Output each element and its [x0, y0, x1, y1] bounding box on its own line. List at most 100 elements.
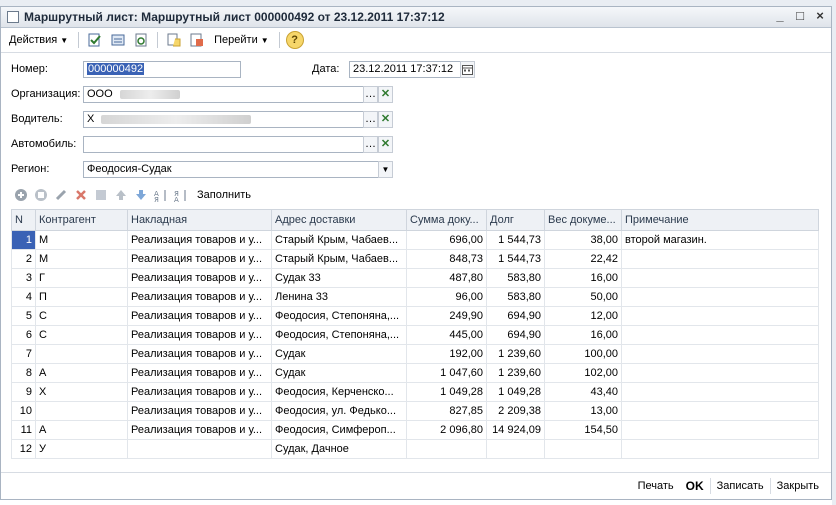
table-row[interactable]: 8 А Реализация товаров и у... Судак 1 047,60… — [11, 363, 819, 383]
movements-icon[interactable] — [108, 30, 128, 50]
row-debt[interactable]: 694,90 — [486, 306, 545, 326]
row-invoice[interactable]: Реализация товаров и у... — [127, 249, 272, 269]
column-header-counterparty[interactable]: Контрагент — [35, 209, 128, 231]
table-row[interactable]: 12 У Судак, Дачное — [11, 439, 819, 459]
row-address[interactable]: Феодосия, Керченско... — [271, 382, 407, 402]
fill-button[interactable]: Заполнить — [197, 189, 251, 201]
sort-asc-icon[interactable]: АЯ — [153, 187, 169, 203]
row-address[interactable]: Судак 33 — [271, 268, 407, 288]
clear-icon[interactable]: ✕ — [378, 86, 393, 103]
row-counterparty[interactable]: П — [35, 287, 128, 307]
row-sum[interactable] — [406, 439, 487, 459]
row-debt[interactable] — [486, 439, 545, 459]
row-number[interactable]: 11 — [11, 420, 36, 440]
table-row[interactable]: 2 М Реализация товаров и у... Старый Крым, … — [11, 249, 819, 269]
row-weight[interactable]: 43,40 — [544, 382, 622, 402]
row-note[interactable] — [621, 401, 819, 421]
goto-menu[interactable]: Перейти ▼ — [210, 32, 273, 48]
row-address[interactable]: Старый Крым, Чабаев... — [271, 249, 407, 269]
row-address[interactable]: Феодосия, Степоняна,... — [271, 306, 407, 326]
ok-button[interactable]: OK — [680, 478, 710, 494]
row-invoice[interactable]: Реализация товаров и у... — [127, 287, 272, 307]
row-debt[interactable]: 1 239,60 — [486, 363, 545, 383]
row-sum[interactable]: 848,73 — [406, 249, 487, 269]
structure-icon[interactable] — [187, 30, 207, 50]
chevron-down-icon[interactable]: ▼ — [378, 161, 393, 178]
organization-field[interactable]: ООО — [83, 86, 364, 103]
row-address[interactable]: Феодосия, Симфероп... — [271, 420, 407, 440]
select-button[interactable]: … — [363, 136, 378, 153]
calendar-icon[interactable] — [460, 61, 475, 78]
row-sum[interactable]: 827,85 — [406, 401, 487, 421]
column-header-n[interactable]: N — [11, 209, 36, 231]
row-number[interactable]: 9 — [11, 382, 36, 402]
row-invoice[interactable]: Реализация товаров и у... — [127, 382, 272, 402]
row-number[interactable]: 10 — [11, 401, 36, 421]
row-sum[interactable]: 1 049,28 — [406, 382, 487, 402]
row-debt[interactable]: 694,90 — [486, 325, 545, 345]
row-sum[interactable]: 1 047,60 — [406, 363, 487, 383]
row-counterparty[interactable]: А — [35, 420, 128, 440]
row-note[interactable] — [621, 344, 819, 364]
row-number[interactable]: 5 — [11, 306, 36, 326]
table-row[interactable]: 3 Г Реализация товаров и у... Судак 33 487,8… — [11, 268, 819, 288]
row-invoice[interactable]: Реализация товаров и у... — [127, 344, 272, 364]
row-weight[interactable]: 16,00 — [544, 325, 622, 345]
row-counterparty[interactable]: С — [35, 306, 128, 326]
row-note[interactable] — [621, 287, 819, 307]
row-weight[interactable]: 22,42 — [544, 249, 622, 269]
row-number[interactable]: 6 — [11, 325, 36, 345]
row-address[interactable]: Ленина 33 — [271, 287, 407, 307]
clear-icon[interactable]: ✕ — [378, 111, 393, 128]
row-invoice[interactable]: Реализация товаров и у... — [127, 268, 272, 288]
row-sum[interactable]: 249,90 — [406, 306, 487, 326]
sort-desc-icon[interactable]: ЯА — [173, 187, 189, 203]
row-debt[interactable]: 1 049,28 — [486, 382, 545, 402]
row-number[interactable]: 3 — [11, 268, 36, 288]
actions-menu[interactable]: Действия ▼ — [5, 32, 72, 48]
number-field[interactable]: 000000492 — [83, 61, 241, 78]
help-icon[interactable]: ? — [285, 31, 304, 49]
row-note[interactable] — [621, 249, 819, 269]
column-header-note[interactable]: Примечание — [621, 209, 819, 231]
row-counterparty[interactable]: М — [35, 230, 128, 250]
end-edit-icon[interactable] — [93, 187, 109, 203]
row-invoice[interactable]: Реализация товаров и у... — [127, 230, 272, 250]
close-button[interactable]: Закрыть — [769, 478, 825, 494]
row-counterparty[interactable]: Г — [35, 268, 128, 288]
refresh-icon[interactable] — [131, 30, 151, 50]
copy-row-icon[interactable] — [33, 187, 49, 203]
row-sum[interactable]: 96,00 — [406, 287, 487, 307]
row-weight[interactable]: 100,00 — [544, 344, 622, 364]
row-weight[interactable]: 102,00 — [544, 363, 622, 383]
add-row-icon[interactable] — [13, 187, 29, 203]
move-up-icon[interactable] — [113, 187, 129, 203]
move-down-icon[interactable] — [133, 187, 149, 203]
column-header-invoice[interactable]: Накладная — [127, 209, 272, 231]
minimize-button[interactable]: _ — [773, 9, 787, 23]
row-note[interactable] — [621, 439, 819, 459]
edit-row-icon[interactable] — [53, 187, 69, 203]
row-invoice[interactable]: Реализация товаров и у... — [127, 325, 272, 345]
table-row[interactable]: 5 С Реализация товаров и у... Феодосия, Сте… — [11, 306, 819, 326]
column-header-sum[interactable]: Сумма доку... — [406, 209, 487, 231]
table-row[interactable]: 11 А Реализация товаров и у... Феодосия, Си… — [11, 420, 819, 440]
car-field[interactable] — [83, 136, 364, 153]
date-field[interactable]: 23.12.2011 17:37:12 — [349, 61, 461, 78]
row-weight[interactable]: 12,00 — [544, 306, 622, 326]
row-address[interactable]: Судак, Дачное — [271, 439, 407, 459]
row-note[interactable] — [621, 420, 819, 440]
row-debt[interactable]: 1 544,73 — [486, 249, 545, 269]
row-number[interactable]: 4 — [11, 287, 36, 307]
row-address[interactable]: Феодосия, Степоняна,... — [271, 325, 407, 345]
delete-row-icon[interactable] — [73, 187, 89, 203]
row-debt[interactable]: 1 239,60 — [486, 344, 545, 364]
row-invoice[interactable]: Реализация товаров и у... — [127, 401, 272, 421]
column-header-address[interactable]: Адрес доставки — [271, 209, 407, 231]
row-debt[interactable]: 583,80 — [486, 287, 545, 307]
column-header-debt[interactable]: Долг — [486, 209, 545, 231]
region-field[interactable]: Феодосия-Судак — [83, 161, 379, 178]
row-weight[interactable]: 16,00 — [544, 268, 622, 288]
row-weight[interactable]: 50,00 — [544, 287, 622, 307]
row-weight[interactable]: 13,00 — [544, 401, 622, 421]
